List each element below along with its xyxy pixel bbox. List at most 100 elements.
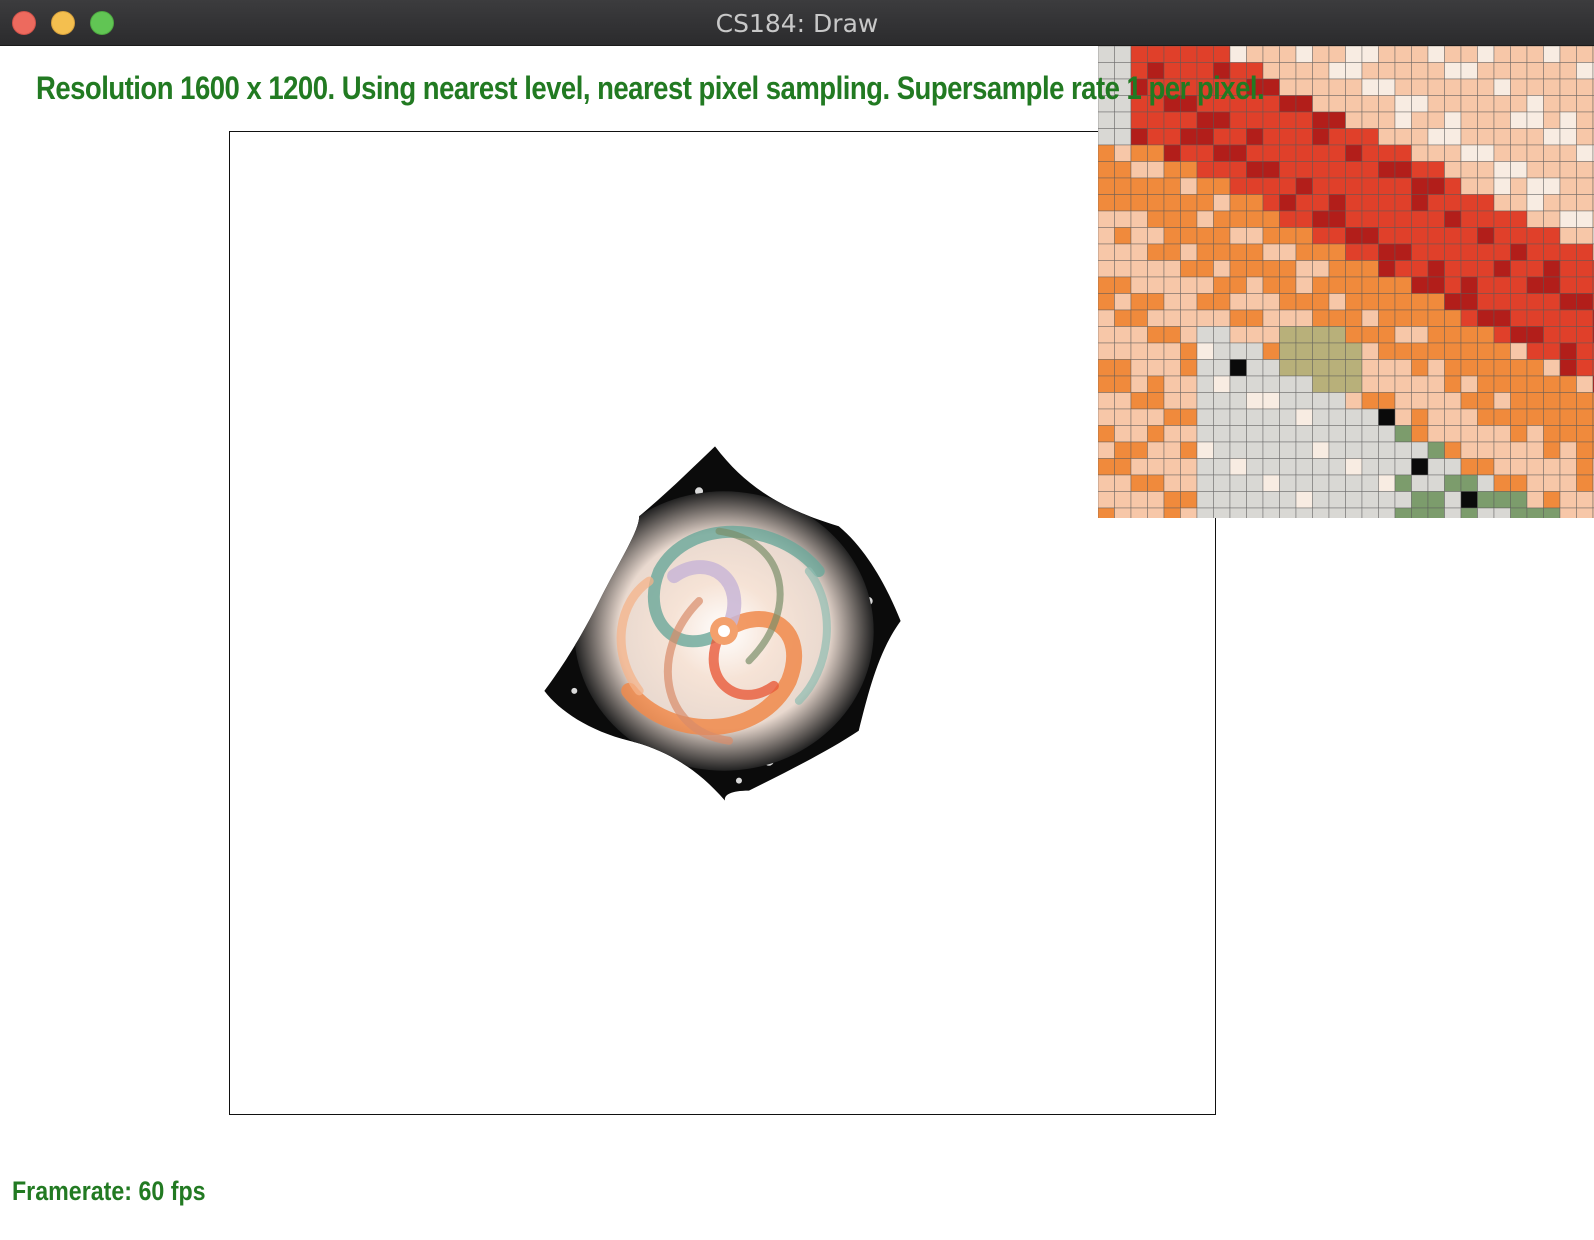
zoom-pixel xyxy=(1114,260,1132,278)
zoom-pixel xyxy=(1576,458,1594,476)
zoom-pixel xyxy=(1229,128,1247,146)
zoom-pixel xyxy=(1411,392,1429,410)
zoom-pixel xyxy=(1180,342,1198,360)
zoom-pixel xyxy=(1345,243,1363,261)
zoom-pixel xyxy=(1114,359,1132,377)
zoom-pixel xyxy=(1427,458,1445,476)
zoom-pixel xyxy=(1394,425,1412,443)
zoom-pixel xyxy=(1345,507,1363,518)
zoom-pixel xyxy=(1543,491,1561,509)
zoom-pixel xyxy=(1180,111,1198,129)
zoom-pixel xyxy=(1279,491,1297,509)
zoom-pixel xyxy=(1328,128,1346,146)
zoom-pixel xyxy=(1163,276,1181,294)
zoom-pixel xyxy=(1510,326,1528,344)
zoom-pixel xyxy=(1196,276,1214,294)
zoom-pixel xyxy=(1526,243,1544,261)
drawing-canvas[interactable] xyxy=(229,131,1216,1115)
zoom-pixel xyxy=(1543,210,1561,228)
zoom-pixel xyxy=(1130,210,1148,228)
zoom-pixel xyxy=(1196,293,1214,311)
zoom-pixel xyxy=(1262,62,1280,80)
zoom-pixel xyxy=(1246,111,1264,129)
zoom-pixel xyxy=(1147,425,1165,443)
zoom-pixel xyxy=(1526,326,1544,344)
zoom-pixel xyxy=(1328,161,1346,179)
zoom-pixel xyxy=(1411,309,1429,327)
zoom-pixel xyxy=(1361,111,1379,129)
zoom-pixel xyxy=(1180,260,1198,278)
zoom-pixel xyxy=(1559,474,1577,492)
zoom-pixel xyxy=(1279,392,1297,410)
zoom-pixel xyxy=(1196,210,1214,228)
zoom-pixel xyxy=(1328,474,1346,492)
zoom-pixel xyxy=(1295,392,1313,410)
zoom-pixel xyxy=(1411,161,1429,179)
zoom-pixel xyxy=(1477,46,1495,63)
zoom-pixel xyxy=(1345,95,1363,113)
zoom-pixel xyxy=(1411,507,1429,518)
zoom-pixel xyxy=(1543,309,1561,327)
zoom-pixel xyxy=(1559,194,1577,212)
zoom-pixel xyxy=(1543,144,1561,162)
zoom-pixel xyxy=(1477,78,1495,96)
zoom-pixel xyxy=(1493,309,1511,327)
zoom-pixel xyxy=(1345,194,1363,212)
zoom-pixel xyxy=(1493,392,1511,410)
zoom-pixel xyxy=(1576,375,1594,393)
zoom-pixel xyxy=(1394,128,1412,146)
zoom-pixel xyxy=(1180,375,1198,393)
zoom-pixel xyxy=(1295,161,1313,179)
zoom-pixel xyxy=(1493,474,1511,492)
zoom-pixel xyxy=(1576,78,1594,96)
zoom-pixel xyxy=(1477,293,1495,311)
zoom-pixel xyxy=(1427,128,1445,146)
zoom-pixel xyxy=(1427,62,1445,80)
zoom-pixel xyxy=(1543,227,1561,245)
zoom-pixel xyxy=(1147,408,1165,426)
zoom-pixel xyxy=(1295,260,1313,278)
title-bar[interactable]: CS184: Draw xyxy=(0,0,1594,46)
zoom-pixel xyxy=(1229,408,1247,426)
zoom-pixel xyxy=(1180,425,1198,443)
zoom-pixel xyxy=(1460,227,1478,245)
zoom-pixel xyxy=(1295,309,1313,327)
zoom-pixel xyxy=(1279,128,1297,146)
zoom-pixel xyxy=(1279,46,1297,63)
zoom-pixel xyxy=(1295,46,1313,63)
zoom-pixel xyxy=(1130,375,1148,393)
zoom-pixel xyxy=(1510,161,1528,179)
zoom-pixel xyxy=(1312,177,1330,195)
zoom-pixel xyxy=(1510,128,1528,146)
zoom-pixel xyxy=(1098,194,1115,212)
zoom-pixel xyxy=(1394,491,1412,509)
zoom-pixel xyxy=(1526,425,1544,443)
window-title: CS184: Draw xyxy=(715,9,879,38)
zoom-pixel xyxy=(1477,441,1495,459)
zoom-pixel xyxy=(1576,392,1594,410)
zoom-pixel xyxy=(1444,507,1462,518)
zoom-pixel xyxy=(1246,441,1264,459)
zoom-pixel xyxy=(1114,474,1132,492)
zoom-pixel xyxy=(1411,177,1429,195)
zoom-pixel xyxy=(1559,375,1577,393)
zoom-pixel xyxy=(1510,111,1528,129)
zoom-pixel xyxy=(1163,474,1181,492)
zoom-pixel xyxy=(1526,342,1544,360)
zoom-pixel xyxy=(1163,441,1181,459)
zoom-pixel xyxy=(1130,293,1148,311)
zoom-pixel xyxy=(1576,309,1594,327)
zoom-pixel xyxy=(1295,111,1313,129)
zoom-pixel xyxy=(1295,326,1313,344)
zoom-pixel xyxy=(1361,210,1379,228)
zoom-pixel xyxy=(1394,326,1412,344)
zoom-pixel xyxy=(1279,144,1297,162)
zoom-pixel xyxy=(1510,458,1528,476)
zoom-pixel xyxy=(1328,375,1346,393)
zoom-pixel xyxy=(1543,177,1561,195)
zoom-pixel xyxy=(1345,276,1363,294)
zoom-pixel xyxy=(1312,408,1330,426)
zoom-pixel xyxy=(1229,491,1247,509)
zoom-pixel xyxy=(1460,425,1478,443)
zoom-pixel xyxy=(1114,491,1132,509)
